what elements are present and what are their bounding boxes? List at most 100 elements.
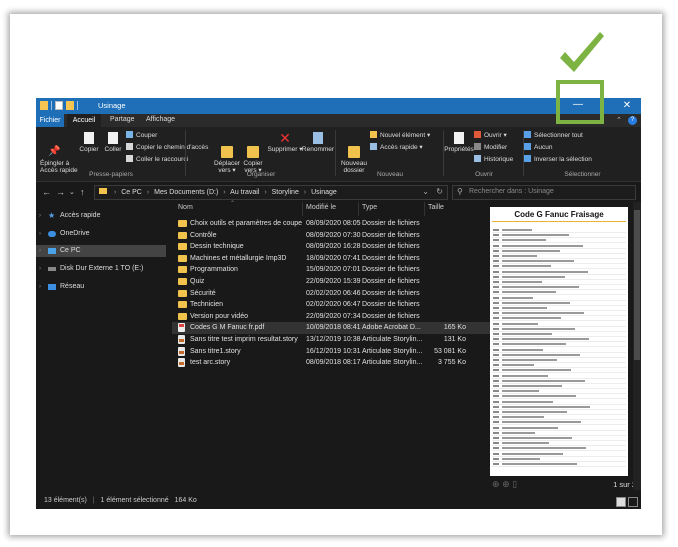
folder-icon — [178, 220, 187, 227]
file-row[interactable]: Sécurité 02/02/2020 06:46 Dossier de fichi… — [172, 288, 490, 300]
dropdown-chevron-icon[interactable]: ⌄ — [422, 187, 429, 196]
select-all-button[interactable]: Sélectionner tout — [524, 131, 583, 139]
forward-arrow-icon[interactable]: → — [56, 187, 65, 197]
page-up-icon[interactable]: ⊕ — [492, 479, 500, 489]
copy-folder-icon — [247, 146, 259, 158]
preview-code-cell — [493, 421, 499, 424]
large-icons-view-icon[interactable] — [628, 497, 638, 507]
search-box[interactable]: ⚲ Rechercher dans : Usinage — [452, 185, 636, 200]
address-box[interactable]: › Ce PC › Mes Documents (D:) › Au travai… — [94, 185, 448, 200]
preview-code-cell — [493, 463, 499, 465]
file-modified: 08/09/2020 08:05 — [306, 220, 361, 227]
chevron-right-icon[interactable]: › — [39, 228, 41, 240]
new-folder-icon — [348, 146, 360, 158]
preview-text-cell — [502, 296, 533, 299]
column-header-modified[interactable]: Modifié le — [306, 204, 336, 211]
preview-text-cell — [502, 275, 565, 278]
file-row[interactable]: Choix outils et paramètres de coupe 08/09… — [172, 218, 490, 230]
sidebar-item-onedrive[interactable]: › OneDrive — [36, 228, 166, 240]
file-row[interactable]: Technicien 02/02/2020 06:47 Dossier de fic… — [172, 299, 490, 311]
preview-text-cell — [502, 359, 557, 361]
breadcrumb-item[interactable]: Mes Documents (D:) — [154, 189, 218, 196]
file-row[interactable]: Version pour vidéo 22/09/2020 07:34 Dossie… — [172, 311, 490, 323]
file-type: Articulate Storylin... — [362, 347, 422, 355]
delete-button[interactable]: ✕ Supprimer ▾ — [266, 131, 304, 153]
file-size: 131 Ko — [443, 336, 466, 343]
file-row[interactable]: test arc.story 08/09/2018 08:17 Articulate… — [172, 357, 490, 369]
breadcrumb-item[interactable]: Storyline — [272, 189, 299, 196]
sidebar-item-this-pc[interactable]: › Ce PC — [36, 245, 166, 257]
preview-row-divider — [492, 445, 626, 447]
preview-code-cell — [493, 333, 499, 335]
column-divider[interactable] — [302, 202, 303, 216]
up-arrow-icon[interactable]: ↑ — [80, 187, 85, 197]
tab-home[interactable]: Accueil — [67, 114, 101, 127]
column-header-size[interactable]: Taille — [428, 204, 444, 211]
preview-row-divider — [492, 419, 626, 421]
chevron-up-icon[interactable]: ⌃ — [616, 116, 622, 124]
refresh-icon[interactable]: ↻ — [436, 187, 443, 196]
copy-button[interactable]: Copier — [78, 132, 100, 153]
history-button[interactable]: Historique — [474, 155, 513, 163]
page-down-icon[interactable]: ⊕ — [502, 479, 510, 489]
file-row[interactable]: Machines et métallurgie Imp3D 18/09/2020 … — [172, 253, 490, 265]
details-view-icon[interactable] — [616, 497, 626, 507]
column-divider[interactable] — [424, 202, 425, 216]
preview-code-cell — [493, 244, 499, 247]
breadcrumb-item[interactable]: Ce PC — [121, 189, 142, 196]
file-row[interactable]: Sans titre test imprim resultat.story 13/… — [172, 334, 490, 346]
sidebar-item-network[interactable]: › Réseau — [36, 281, 166, 293]
sidebar-item-external-disk[interactable]: › Disk Dur Externe 1 TO (E:) — [36, 263, 166, 275]
preview-code-cell — [493, 426, 499, 429]
file-modified: 22/09/2020 15:39 — [306, 278, 361, 285]
easy-access-button[interactable]: Accès rapide ▾ — [370, 143, 423, 151]
column-header-name[interactable]: Nom — [178, 204, 193, 211]
file-row[interactable]: Contrôle 08/09/2020 07:30 Dossier de fichi… — [172, 230, 490, 242]
properties-icon[interactable] — [55, 101, 63, 110]
chevron-right-icon[interactable]: › — [39, 210, 41, 222]
file-row[interactable]: Codes G M Fanuc fr.pdf 10/09/2018 08:41 Ad… — [172, 322, 490, 334]
preview-text-cell — [502, 379, 585, 382]
close-button[interactable]: ✕ — [613, 98, 641, 114]
paste-button[interactable]: Coller — [102, 132, 124, 153]
tab-view[interactable]: Affichage — [146, 116, 175, 123]
recent-chevron-icon[interactable]: ⌄ — [69, 188, 75, 196]
folder-icon — [178, 243, 187, 251]
checkmark-icon — [556, 30, 608, 83]
column-divider[interactable] — [358, 202, 359, 216]
new-item-button[interactable]: Nouvel élément ▾ — [370, 131, 430, 139]
sidebar-item-quick-access[interactable]: › ★ Accès rapide — [36, 210, 166, 222]
document-icon[interactable]: ▯ — [512, 479, 517, 489]
rename-icon — [313, 132, 323, 144]
preview-title: Code G Fanuc Fraisage — [514, 210, 604, 219]
breadcrumb-item[interactable]: Au travail — [230, 189, 259, 196]
invert-selection-button[interactable]: Inverser la sélection — [524, 155, 592, 163]
paste-shortcut-button[interactable]: Coller le raccourci — [126, 155, 188, 163]
chevron-right-icon[interactable]: › — [39, 281, 41, 293]
tab-file[interactable]: Fichier — [36, 114, 64, 127]
cut-button[interactable]: Couper — [126, 131, 157, 139]
file-row[interactable]: Programmation 15/09/2020 07:01 Dossier de … — [172, 264, 490, 276]
chevron-right-icon[interactable]: › — [39, 263, 41, 275]
edit-button[interactable]: Modifier — [474, 143, 507, 151]
file-row[interactable]: Sans titre1.story 16/12/2019 10:31 Articul… — [172, 346, 490, 358]
file-row[interactable]: Quiz 22/09/2020 15:39 Dossier de fichiers — [172, 276, 490, 288]
preview-text-cell — [502, 348, 543, 351]
select-none-button[interactable]: Aucun — [524, 143, 552, 151]
new-folder-icon[interactable] — [66, 101, 74, 110]
scrollbar-thumb[interactable] — [634, 210, 640, 360]
back-arrow-icon[interactable]: ← — [42, 187, 51, 197]
computer-icon — [48, 248, 56, 254]
file-row[interactable]: Dessin technique 08/09/2020 16:28 Dossier … — [172, 241, 490, 253]
vertical-scrollbar[interactable] — [633, 202, 641, 490]
rename-button[interactable]: Renommer — [300, 132, 336, 153]
chevron-right-icon[interactable]: › — [39, 245, 41, 257]
help-icon[interactable]: ? — [628, 116, 637, 125]
column-header-type[interactable]: Type — [362, 204, 377, 211]
properties-button[interactable]: Propriétés — [444, 132, 474, 153]
open-button[interactable]: Ouvrir ▾ — [474, 131, 507, 139]
breadcrumb-item[interactable]: Usinage — [311, 189, 337, 196]
tab-share[interactable]: Partage — [110, 116, 135, 123]
preview-code-cell — [493, 265, 499, 268]
preview-row-divider — [492, 247, 626, 249]
